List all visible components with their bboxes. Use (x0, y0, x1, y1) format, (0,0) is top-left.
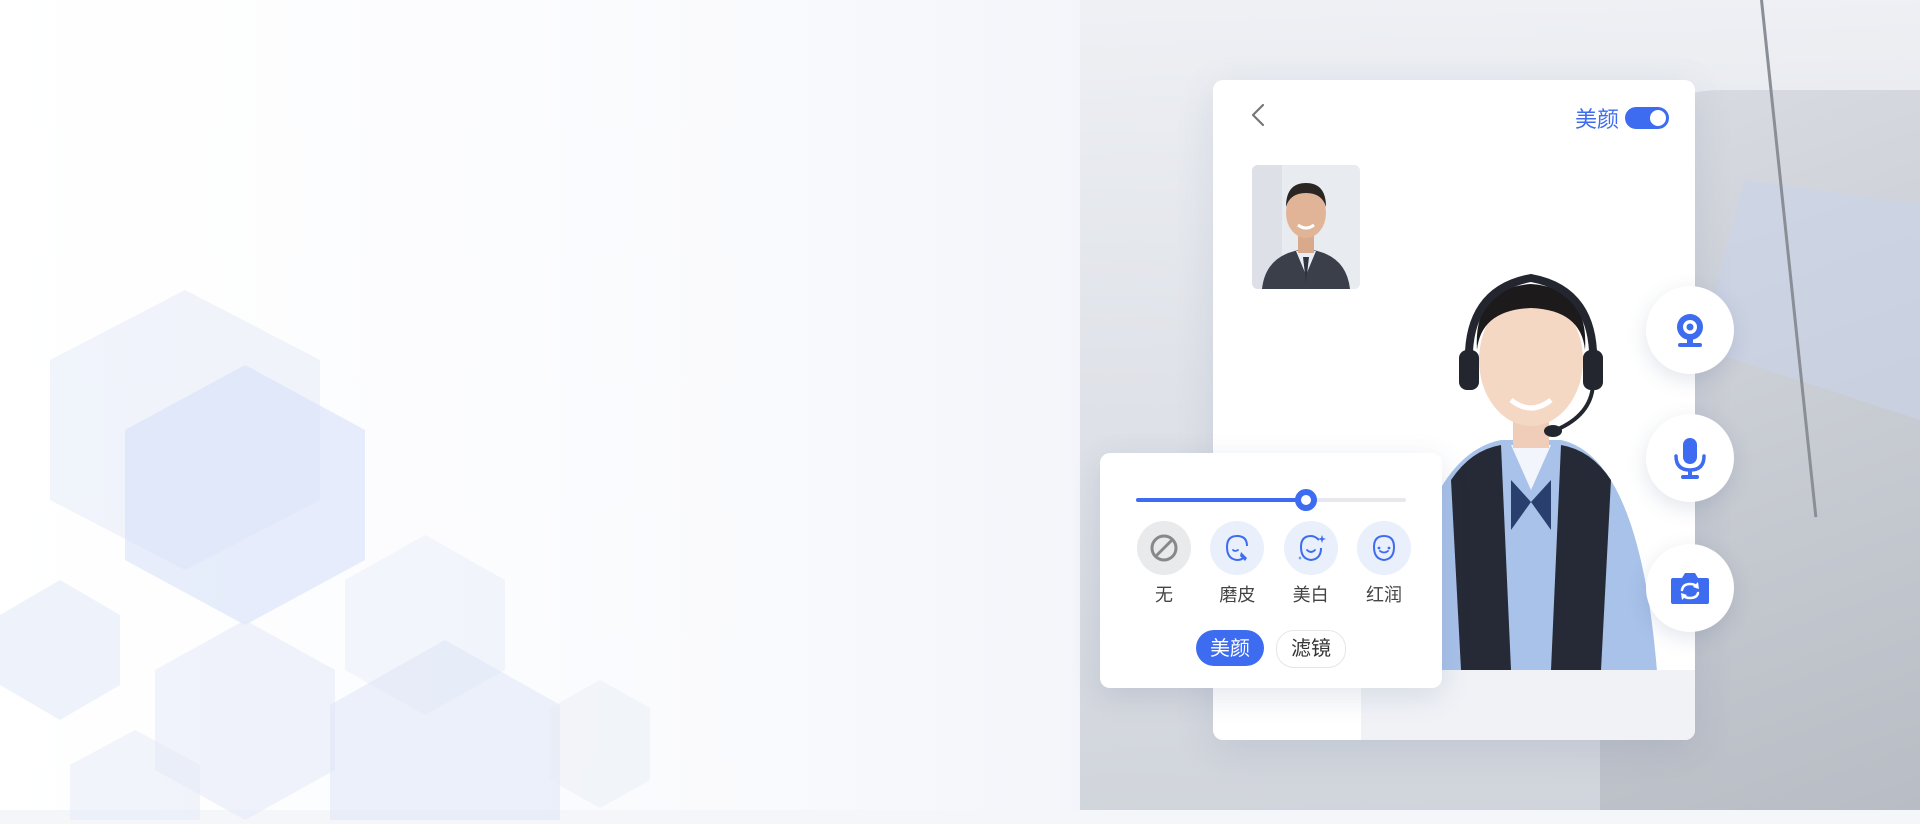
beauty-options: 无 磨皮 美白 红润 (1136, 521, 1412, 607)
option-circle (1137, 521, 1191, 575)
webcam-icon (1677, 314, 1703, 347)
slider-thumb[interactable] (1295, 489, 1318, 511)
beauty-toggle-switch[interactable] (1625, 107, 1669, 129)
microphone-toggle-button[interactable] (1646, 414, 1734, 502)
beauty-toggle-group: 美颜 (1575, 102, 1669, 134)
camera-toggle-button[interactable] (1646, 286, 1734, 374)
option-circle (1356, 521, 1411, 575)
none-icon (1150, 534, 1178, 562)
beauty-option-whiten[interactable]: 美白 (1283, 521, 1339, 607)
tab-beauty[interactable]: 美颜 (1196, 630, 1264, 666)
back-button[interactable] (1243, 100, 1273, 130)
beauty-settings-panel: 无 磨皮 美白 红润 美颜 滤镜 (1100, 453, 1442, 688)
beauty-tabs: 美颜 滤镜 (1100, 630, 1442, 668)
option-label: 美白 (1292, 585, 1329, 606)
rosy-icon (1372, 534, 1395, 562)
option-label: 磨皮 (1219, 585, 1256, 606)
beauty-option-smooth[interactable]: 磨皮 (1209, 521, 1265, 607)
slider-fill (1136, 498, 1307, 502)
option-circle (1283, 521, 1338, 575)
chevron-left-icon (1251, 103, 1265, 127)
beauty-option-rosy[interactable]: 红润 (1356, 521, 1412, 607)
tab-filter[interactable]: 滤镜 (1276, 630, 1346, 668)
hexagon-decoration (0, 260, 760, 820)
smooth-skin-icon (1226, 534, 1249, 562)
microphone-icon (1674, 438, 1706, 479)
toggle-knob (1650, 110, 1666, 126)
man-portrait-icon (1252, 165, 1360, 289)
switch-camera-icon (1671, 573, 1709, 604)
beauty-toggle-label: 美颜 (1574, 108, 1619, 133)
whiten-icon (1297, 534, 1326, 562)
option-circle (1210, 521, 1265, 575)
switch-camera-button[interactable] (1646, 544, 1734, 632)
beauty-option-none[interactable]: 无 (1136, 521, 1192, 607)
beauty-intensity-slider[interactable] (1136, 489, 1406, 511)
option-label: 红润 (1365, 585, 1402, 606)
option-label: 无 (1155, 585, 1173, 606)
remote-video-thumbnail[interactable] (1252, 165, 1360, 289)
